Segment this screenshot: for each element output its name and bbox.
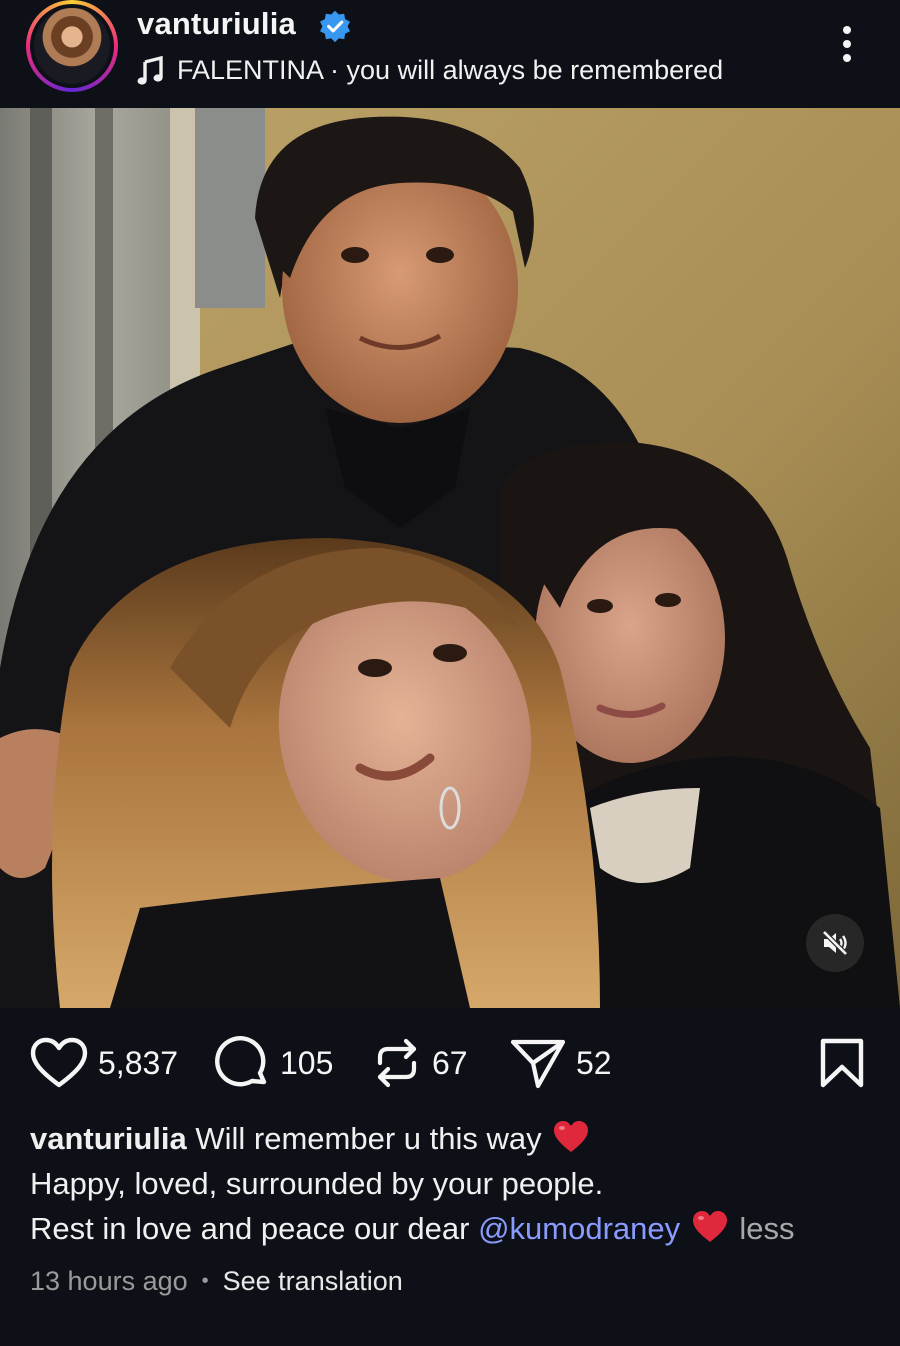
caption-line-1: vanturiulia Will remember u this way	[30, 1119, 880, 1159]
caption-text-1: Will remember u this way	[195, 1121, 542, 1156]
story-ring[interactable]	[26, 0, 118, 92]
photo-image	[0, 108, 900, 1008]
post-photo[interactable]	[0, 108, 900, 1008]
repost-button[interactable]: 67	[372, 1033, 468, 1093]
repost-count[interactable]: 67	[432, 1045, 468, 1082]
avatar[interactable]	[34, 8, 110, 84]
red-heart-emoji-icon	[554, 1121, 589, 1152]
like-button[interactable]: 5,837	[30, 1033, 178, 1093]
less-link[interactable]: less	[739, 1211, 794, 1246]
comment-count[interactable]: 105	[280, 1045, 333, 1082]
caption-username[interactable]: vanturiulia	[30, 1121, 187, 1156]
share-button[interactable]: 52	[510, 1033, 612, 1093]
mute-toggle-button[interactable]	[806, 914, 864, 972]
red-heart-emoji-icon	[692, 1211, 727, 1242]
caption-text-3: Rest in love and peace our dear	[30, 1211, 470, 1246]
comment-button[interactable]: 105	[214, 1033, 333, 1093]
bookmark-icon	[820, 1038, 864, 1088]
verified-badge-icon	[320, 10, 350, 43]
repost-icon	[377, 1038, 417, 1088]
music-note-icon	[137, 56, 163, 85]
comment-icon	[215, 1036, 267, 1087]
timestamp: 13 hours ago	[30, 1266, 188, 1296]
post-header: vanturiulia FALENTINA · you will always …	[0, 0, 900, 108]
share-count[interactable]: 52	[576, 1045, 612, 1082]
save-button[interactable]	[818, 1033, 866, 1093]
speaker-muted-icon	[822, 930, 848, 956]
music-track-label[interactable]: FALENTINA · you will always be remembere…	[177, 55, 723, 86]
heart-icon	[30, 1037, 88, 1088]
username[interactable]: vanturiulia	[137, 6, 296, 42]
caption-line-3: Rest in love and peace our dear @kumodra…	[30, 1209, 880, 1249]
mention-link[interactable]: @kumodraney	[478, 1211, 680, 1246]
see-translation-link[interactable]: See translation	[223, 1266, 403, 1296]
like-count[interactable]: 5,837	[98, 1045, 178, 1082]
more-vertical-icon[interactable]	[838, 26, 856, 70]
caption-line-2: Happy, loved, surrounded by your people.	[30, 1166, 604, 1201]
separator-dot: •	[201, 1270, 209, 1292]
send-icon	[510, 1039, 566, 1089]
post-meta: 13 hours ago • See translation	[30, 1266, 403, 1297]
